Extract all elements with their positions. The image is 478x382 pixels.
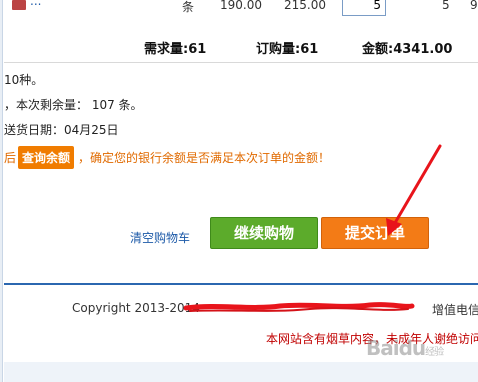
- product-price-b: 215.00: [284, 0, 326, 12]
- divider: [4, 62, 478, 63]
- info-line-types: 10种。: [4, 73, 44, 87]
- product-unit: 条: [182, 0, 195, 14]
- product-qty-col2: 5: [442, 0, 450, 12]
- product-thumbnail[interactable]: [12, 0, 26, 10]
- footer-license-text: 增值电信: [432, 303, 478, 317]
- watermark-sub: 经验: [425, 347, 444, 358]
- product-name-link[interactable]: ...: [30, 0, 41, 8]
- watermark-logo: Baidu经验: [366, 336, 444, 360]
- amount-total: 金额:4341.00: [362, 42, 453, 57]
- product-qty-col3: 9: [470, 0, 478, 12]
- info-line-balance-notice: 后查询余额 ，确定您的银行余额是否满足本次订单的金额！: [4, 146, 330, 169]
- demand-total: 需求量:61: [144, 42, 207, 57]
- annotation-arrow-shaft-icon: [390, 144, 442, 230]
- totals-bar: 需求量:61 订购量:61 金额:4341.00: [4, 30, 478, 60]
- balance-notice-text: ，确定您的银行余额是否满足本次订单的金额！: [78, 151, 331, 165]
- copyright-text: Copyright 2013-2014: [72, 301, 200, 315]
- info-line-delivery-date: 送货日期：04月25日: [4, 123, 119, 137]
- order-total: 订购量:61: [256, 42, 319, 57]
- balance-notice-prefix: 后: [4, 151, 17, 165]
- bottom-bar: [4, 362, 478, 382]
- watermark-text: Baidu: [366, 336, 426, 360]
- quantity-input[interactable]: [342, 0, 386, 16]
- info-line-remaining: ，本次剩余量： 107 条。: [4, 98, 143, 112]
- left-frame-border: [0, 0, 3, 382]
- clear-cart-link[interactable]: 清空购物车: [130, 229, 190, 246]
- query-balance-button[interactable]: 查询余额: [18, 146, 75, 169]
- product-price-a: 190.00: [220, 0, 262, 12]
- continue-shopping-button[interactable]: 继续购物: [210, 217, 318, 249]
- submit-order-button[interactable]: 提交订单: [321, 217, 429, 249]
- product-row: ... 条 190.00 215.00 5 9: [4, 0, 478, 22]
